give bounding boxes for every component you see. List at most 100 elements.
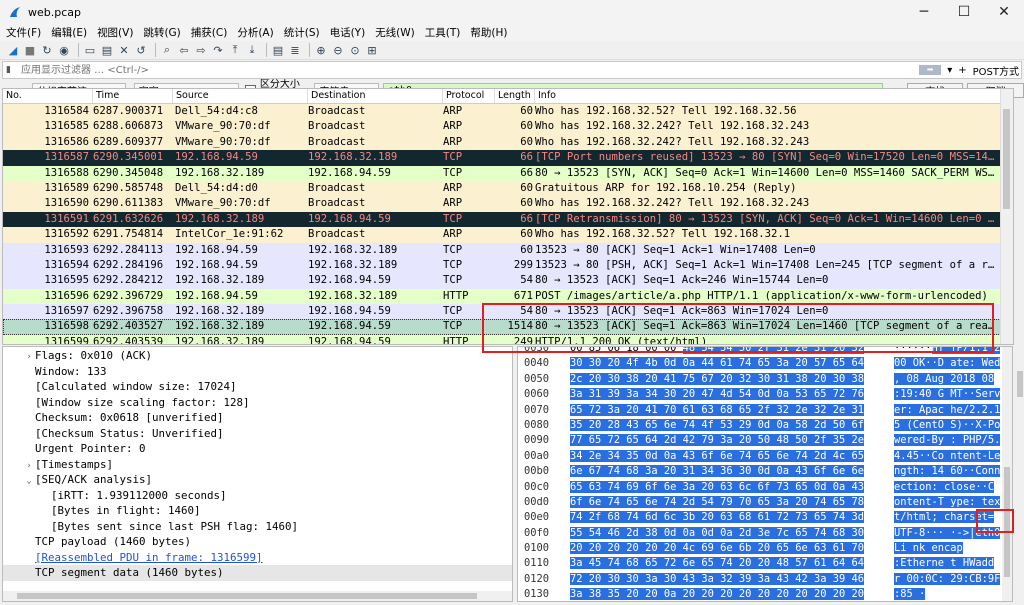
hex-bytes[interactable]: 6e 67 74 68 3a 20 31 34 36 30 0d 0a 43 6… (568, 464, 892, 479)
ascii-column[interactable]: ection: close··C (892, 480, 1008, 495)
hex-bytes[interactable]: 3a 38 35 20 20 0a 20 20 20 20 20 20 20 2… (568, 587, 892, 601)
menu-item-0[interactable]: 文件(F) (6, 25, 41, 40)
restart-icon[interactable]: ↻ (40, 43, 54, 57)
packet-row[interactable]: 1316593 6292.284113 192.168.94.59 192.168.3… (3, 242, 1013, 258)
packet-bytes-pane[interactable]: 0030 00 85 06 18 00 00 48 54 54 50 2f 31 … (517, 346, 1013, 602)
zoom-reset-icon[interactable]: ⊙ (348, 43, 362, 57)
packet-row[interactable]: 1316590 6290.611383 VMware_90:70:df Broadca… (3, 196, 1013, 212)
column-header-source[interactable]: Source (173, 89, 308, 103)
column-header-protocol[interactable]: Protocol (443, 89, 495, 103)
packet-row[interactable]: 1316594 6292.284196 192.168.94.59 192.168.3… (3, 257, 1013, 274)
detail-tree-item[interactable]: ⌄ [SEQ/ACK analysis] (3, 472, 512, 488)
menu-item-6[interactable]: 统计(S) (284, 25, 320, 40)
ascii-column[interactable]: er: Apac he/2.2.1 (892, 403, 1008, 418)
packet-list[interactable]: No. Time Source Destination Protocol Len… (2, 88, 1014, 345)
detail-tree-item[interactable]: [iRTT: 1.939112000 seconds] (3, 488, 512, 504)
detail-tree-item[interactable]: Window: 133 (3, 364, 512, 380)
scrollbar-thumb[interactable] (1003, 109, 1010, 209)
resize-columns-icon[interactable]: ⊞ (365, 43, 379, 57)
find-icon[interactable]: ⌕ (160, 43, 174, 57)
scrollbar-thumb[interactable] (17, 593, 477, 599)
zoom-in-icon[interactable]: ⊕ (314, 43, 328, 57)
ascii-column[interactable]: Li nk encap (892, 541, 1008, 556)
menu-item-8[interactable]: 无线(W) (375, 25, 415, 40)
menu-item-3[interactable]: 跳转(G) (143, 25, 180, 40)
hex-bytes[interactable]: 72 20 30 30 3a 30 43 3a 32 39 3a 43 42 3… (568, 572, 892, 587)
maximize-button[interactable]: ☐ (944, 0, 984, 24)
zoom-out-icon[interactable]: ⊖ (331, 43, 345, 57)
hex-bytes[interactable]: 2c 20 30 38 20 41 75 67 20 32 30 31 38 2… (568, 372, 892, 387)
last-icon[interactable]: ⤓ (245, 43, 259, 57)
detail-tree-item[interactable]: Urgent Pointer: 0 (3, 441, 512, 457)
stop-icon[interactable]: ■ (23, 43, 37, 57)
bookmark-icon[interactable]: ▮ (6, 65, 16, 75)
packet-row[interactable]: 1316591 6291.632626 192.168.32.189 192.168.… (3, 211, 1013, 228)
hex-bytes[interactable]: 30 30 20 4f 4b 0d 0a 44 61 74 65 3a 20 5… (568, 356, 892, 371)
column-header-time[interactable]: Time (93, 89, 173, 103)
packet-row[interactable]: 1316588 6290.345048 192.168.32.189 192.168.… (3, 165, 1013, 181)
ascii-column[interactable]: 00 OK··D ate: Wed (892, 356, 1008, 371)
menu-item-9[interactable]: 工具(T) (425, 25, 461, 40)
menu-item-4[interactable]: 捕获(C) (191, 25, 228, 40)
filter-dropdown-icon[interactable]: ▾ (947, 65, 952, 76)
detail-tree-item[interactable]: [Bytes in flight: 1460] (3, 503, 512, 519)
hex-bytes[interactable]: 3a 45 74 68 65 72 6e 65 74 20 20 48 57 6… (568, 556, 892, 571)
column-header-no[interactable]: No. (3, 89, 93, 103)
packet-row[interactable]: 1316587 6290.345001 192.168.94.59 192.168.3… (3, 150, 1013, 166)
ascii-column[interactable]: :85 · (892, 587, 1008, 601)
packet-details-pane[interactable]: › Flags: 0x010 (ACK) Window: 133 [Calculate… (2, 346, 513, 602)
menu-item-1[interactable]: 编辑(E) (51, 25, 87, 40)
close-file-icon[interactable]: ✕ (117, 43, 131, 57)
column-header-destination[interactable]: Destination (308, 89, 443, 103)
ascii-column[interactable]: r 00:0C: 29:CB:9F (892, 572, 1008, 587)
packet-row[interactable]: 1316599 6292.403539 192.168.32.189 192.168.… (3, 334, 1013, 344)
first-icon[interactable]: ⤒ (228, 43, 242, 57)
detail-tree-item[interactable]: [Checksum Status: Unverified] (3, 426, 512, 442)
options-icon[interactable]: ◉ (57, 43, 71, 57)
column-header-info[interactable]: Info (535, 89, 1013, 103)
hex-bytes[interactable]: 77 65 72 65 64 2d 42 79 3a 20 50 48 50 2… (568, 433, 892, 448)
ascii-column[interactable]: UTF-8··· ·->|eth0 (892, 526, 1008, 541)
hex-bytes[interactable]: 65 63 74 69 6f 6e 3a 20 63 6c 6f 73 65 0… (568, 480, 892, 495)
detail-tree-item[interactable]: › [Timestamps] (3, 457, 512, 473)
ascii-column[interactable]: :19:40 G MT··Serv (892, 387, 1008, 402)
ascii-column[interactable]: 4.45··Co ntent-Le (892, 449, 1008, 464)
ascii-column[interactable]: :Etherne t HWadd (892, 556, 1008, 571)
menu-item-2[interactable]: 视图(V) (97, 25, 133, 40)
hex-bytes[interactable]: 74 2f 68 74 6d 6c 3b 20 63 68 61 72 73 6… (568, 510, 892, 525)
detail-tree-item[interactable]: [Bytes sent since last PSH flag: 1460] (3, 519, 512, 535)
hex-bytes[interactable]: 6f 6e 74 65 6e 74 2d 54 79 70 65 3a 20 7… (568, 495, 892, 510)
forward-icon[interactable]: ⇨ (194, 43, 208, 57)
detail-tree-item[interactable]: TCP segment data (1460 bytes) (3, 565, 512, 581)
packet-row[interactable]: 1316597 6292.396758 192.168.32.189 192.168.… (3, 304, 1013, 320)
add-filter-button-icon[interactable]: + (958, 65, 966, 76)
hex-bytes[interactable]: 34 2e 34 35 0d 0a 43 6f 6e 74 65 6e 74 2… (568, 449, 892, 464)
detail-tree-item[interactable]: [Window size scaling factor: 128] (3, 395, 512, 411)
details-horizontal-scrollbar[interactable] (3, 591, 512, 601)
detail-tree-item[interactable]: TCP payload (1460 bytes) (3, 534, 512, 550)
packet-row[interactable]: 1316592 6291.754814 IntelCor_1e:91:62 Broad… (3, 227, 1013, 243)
scrollbar-thumb[interactable] (1017, 371, 1023, 397)
detail-tree-item[interactable]: Checksum: 0x0618 [unverified] (3, 410, 512, 426)
packet-row[interactable]: 1316586 6289.609377 VMware_90:70:df Broadca… (3, 134, 1013, 151)
goto-icon[interactable]: ↷ (211, 43, 225, 57)
ascii-column[interactable]: ······HT TP/1.1 2 (892, 347, 1008, 356)
hex-bytes[interactable]: 65 72 3a 20 41 70 61 63 68 65 2f 32 2e 3… (568, 403, 892, 418)
apply-filter-arrow-icon[interactable]: ➡ (919, 65, 942, 75)
menu-item-7[interactable]: 电话(Y) (330, 25, 366, 40)
bytes-scrollbar[interactable] (1002, 347, 1012, 601)
detail-tree-item[interactable]: [Reassembled PDU in frame: 1316599] (3, 550, 512, 566)
ascii-column[interactable]: 5 (CentO S)··X-Po (892, 418, 1008, 433)
ascii-column[interactable]: ontent-T ype: tex (892, 495, 1008, 510)
packet-row[interactable]: 1316595 6292.284212 192.168.32.189 192.168.… (3, 273, 1013, 289)
reload-icon[interactable]: ↺ (134, 43, 148, 57)
ascii-column[interactable]: , 08 Aug 2018 08 (892, 372, 1008, 387)
back-icon[interactable]: ⇦ (177, 43, 191, 57)
packet-row[interactable]: 1316596 6292.396729 192.168.94.59 192.168.3… (3, 288, 1013, 305)
open-icon[interactable]: ▭ (83, 43, 97, 57)
save-icon[interactable]: ▤ (100, 43, 114, 57)
packet-row[interactable]: 1316585 6288.606873 VMware_90:70:df Broadca… (3, 119, 1013, 135)
menu-item-10[interactable]: 帮助(H) (470, 25, 507, 40)
display-filter-input[interactable] (19, 63, 1021, 77)
colorize-icon[interactable]: ≣ (288, 43, 302, 57)
